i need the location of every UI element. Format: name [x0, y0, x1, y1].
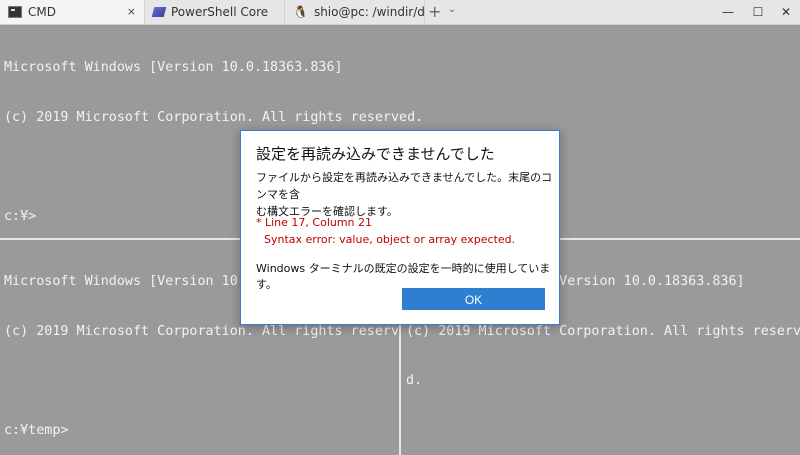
linux-icon: 🐧	[293, 5, 308, 19]
terminal-line: Microsoft Windows [Version 10.0.18363.83…	[4, 60, 343, 75]
tab-cmd[interactable]: CMD ×	[0, 0, 145, 24]
maximize-button[interactable]: ☐	[748, 3, 768, 21]
close-icon[interactable]: ×	[127, 5, 136, 18]
dialog-title: 設定を再読み込みできませんでした	[256, 145, 495, 163]
chevron-down-icon[interactable]: ⌄	[448, 4, 456, 15]
settings-error-dialog: 設定を再読み込みできませんでした ファイルから設定を再読み込みできませんでした。…	[240, 130, 560, 325]
new-tab-button[interactable]: +	[428, 2, 441, 22]
error-message: Syntax error: value, object or array exp…	[264, 233, 516, 246]
cmd-icon	[8, 6, 22, 18]
terminal-line: (c) 2019 Microsoft Corporation. All righ…	[4, 323, 398, 339]
terminal-line: d.	[406, 373, 423, 388]
powershell-icon	[151, 7, 167, 17]
minimize-button[interactable]: —	[718, 3, 738, 21]
tab-label: CMD	[28, 5, 56, 19]
terminal-line: (c) 2019 Microsoft Corporation. All righ…	[4, 109, 424, 125]
tab-label: PowerShell Core	[171, 5, 269, 19]
ok-button[interactable]: OK	[402, 288, 545, 310]
tab-label: shio@pc: /windir/d/Te	[313, 5, 424, 19]
dialog-error-details: * Line 17, Column 21 Syntax error: value…	[256, 214, 515, 248]
tab-powershell[interactable]: PowerShell Core	[145, 0, 285, 24]
dialog-message-line: ファイルから設定を再読み込みできませんでした。末尾のコンマを含	[256, 171, 553, 201]
terminal-prompt: c:¥temp>	[4, 422, 69, 438]
close-window-button[interactable]: ✕	[776, 3, 796, 21]
tab-linux[interactable]: 🐧 shio@pc: /windir/d/Te	[285, 0, 425, 24]
error-location: * Line 17, Column 21	[256, 216, 373, 229]
terminal-line: (c) 2019 Microsoft Corporation. All righ…	[406, 323, 800, 339]
tab-bar: CMD × PowerShell Core 🐧 shio@pc: /windir…	[0, 0, 800, 25]
dialog-message: ファイルから設定を再読み込みできませんでした。末尾のコンマを含 む構文エラーを確…	[256, 169, 556, 220]
